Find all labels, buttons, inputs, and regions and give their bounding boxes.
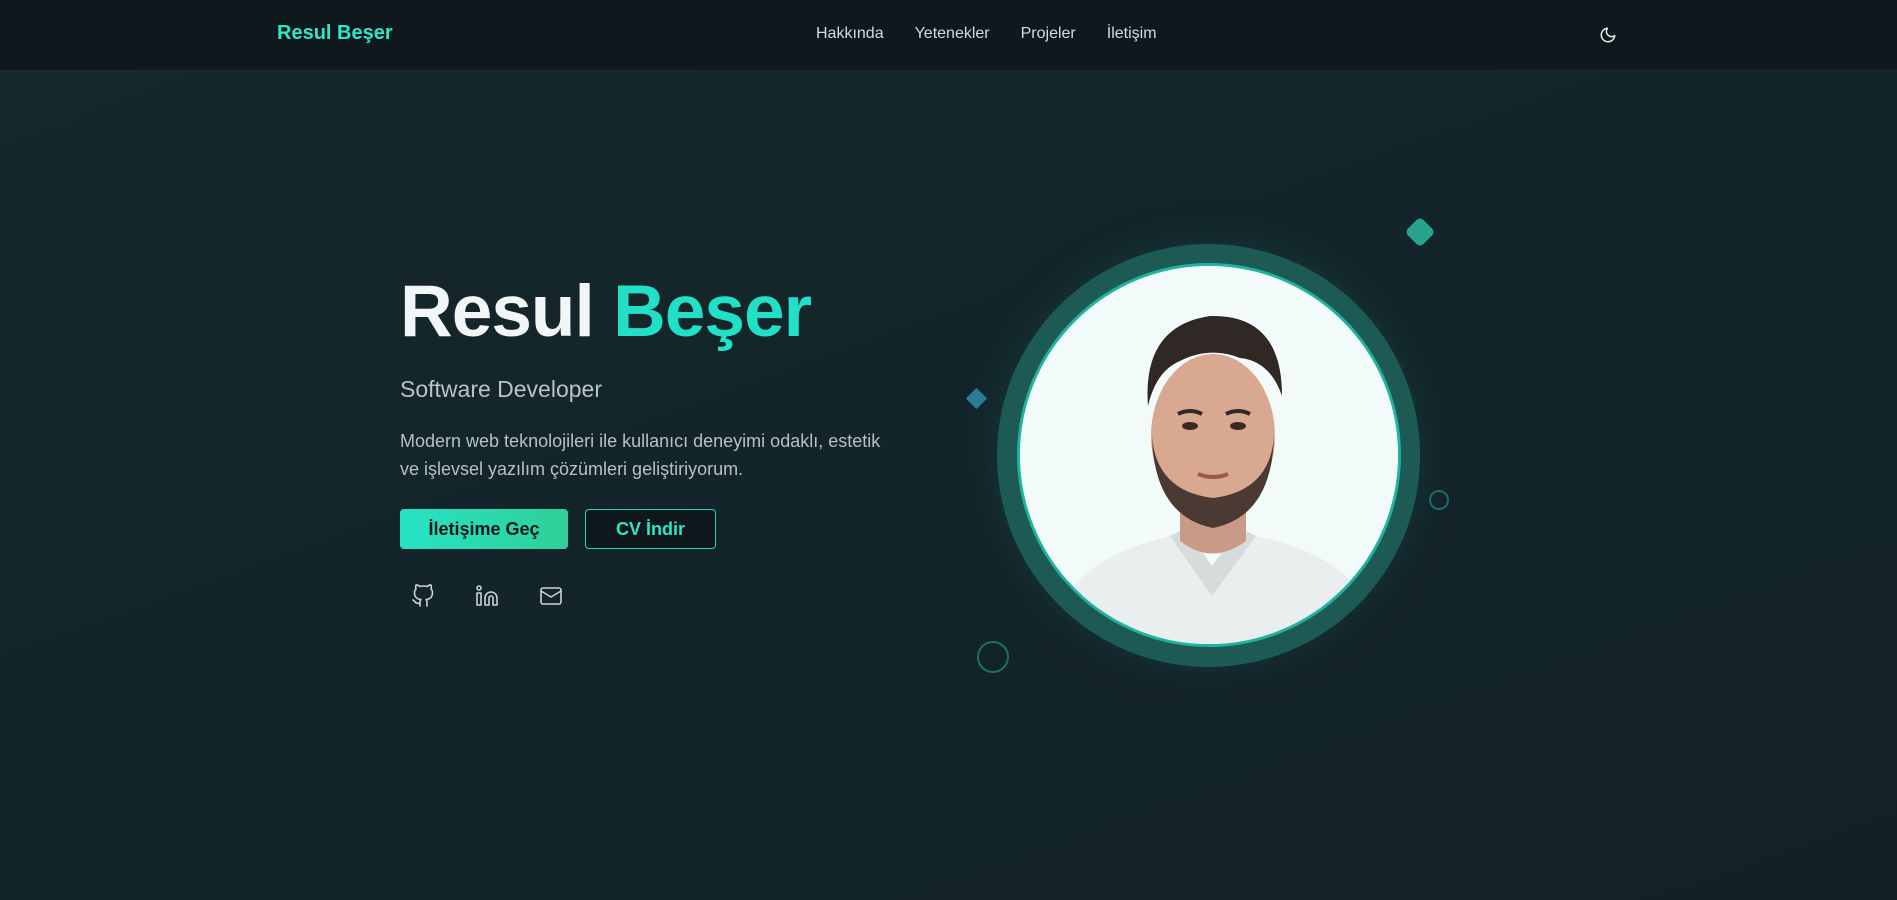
linkedin-icon — [476, 585, 498, 606]
decorative-circle-bottom — [977, 641, 1009, 673]
hero-intro: Resul Beşer Software Developer Modern we… — [400, 275, 920, 611]
hero-description: Modern web teknolojileri ile kullanıcı d… — [400, 431, 881, 479]
mail-link[interactable] — [536, 581, 566, 611]
hero-role: Software Developer — [400, 376, 602, 402]
social-links — [400, 581, 920, 611]
linkedin-link[interactable] — [472, 581, 502, 611]
portrait-illustration — [1020, 266, 1398, 644]
hero-last-name: Beşer — [613, 271, 812, 352]
hero-buttons: İletişime Geç CV İndir — [400, 509, 920, 549]
github-link[interactable] — [408, 581, 438, 611]
mail-icon — [540, 587, 562, 605]
hero-first-name: Resul — [400, 271, 595, 352]
nav-link-hakkinda[interactable]: Hakkında — [816, 25, 884, 43]
hero-name: Resul Beşer — [400, 275, 920, 348]
nav-link-iletisim[interactable]: İletişim — [1107, 25, 1157, 43]
decorative-diamond-left — [965, 387, 988, 410]
theme-toggle-button[interactable] — [1599, 26, 1617, 44]
nav-link-yetenekler[interactable]: Yetenekler — [915, 25, 990, 43]
nav-links: Hakkında Yetenekler Projeler İletişim — [816, 25, 1157, 43]
navbar: Resul Beşer Hakkında Yetenekler Projeler… — [0, 0, 1897, 71]
nav-link-projeler[interactable]: Projeler — [1021, 25, 1076, 43]
decorative-circle-right — [1429, 490, 1449, 510]
contact-button[interactable]: İletişime Geç — [400, 509, 568, 549]
moon-icon — [1600, 27, 1616, 43]
brand-logo[interactable]: Resul Beşer — [277, 22, 393, 45]
decorative-diamond-top — [1404, 216, 1436, 248]
cv-download-button[interactable]: CV İndir — [585, 509, 716, 549]
profile-photo — [1017, 263, 1401, 647]
github-icon — [412, 584, 434, 607]
